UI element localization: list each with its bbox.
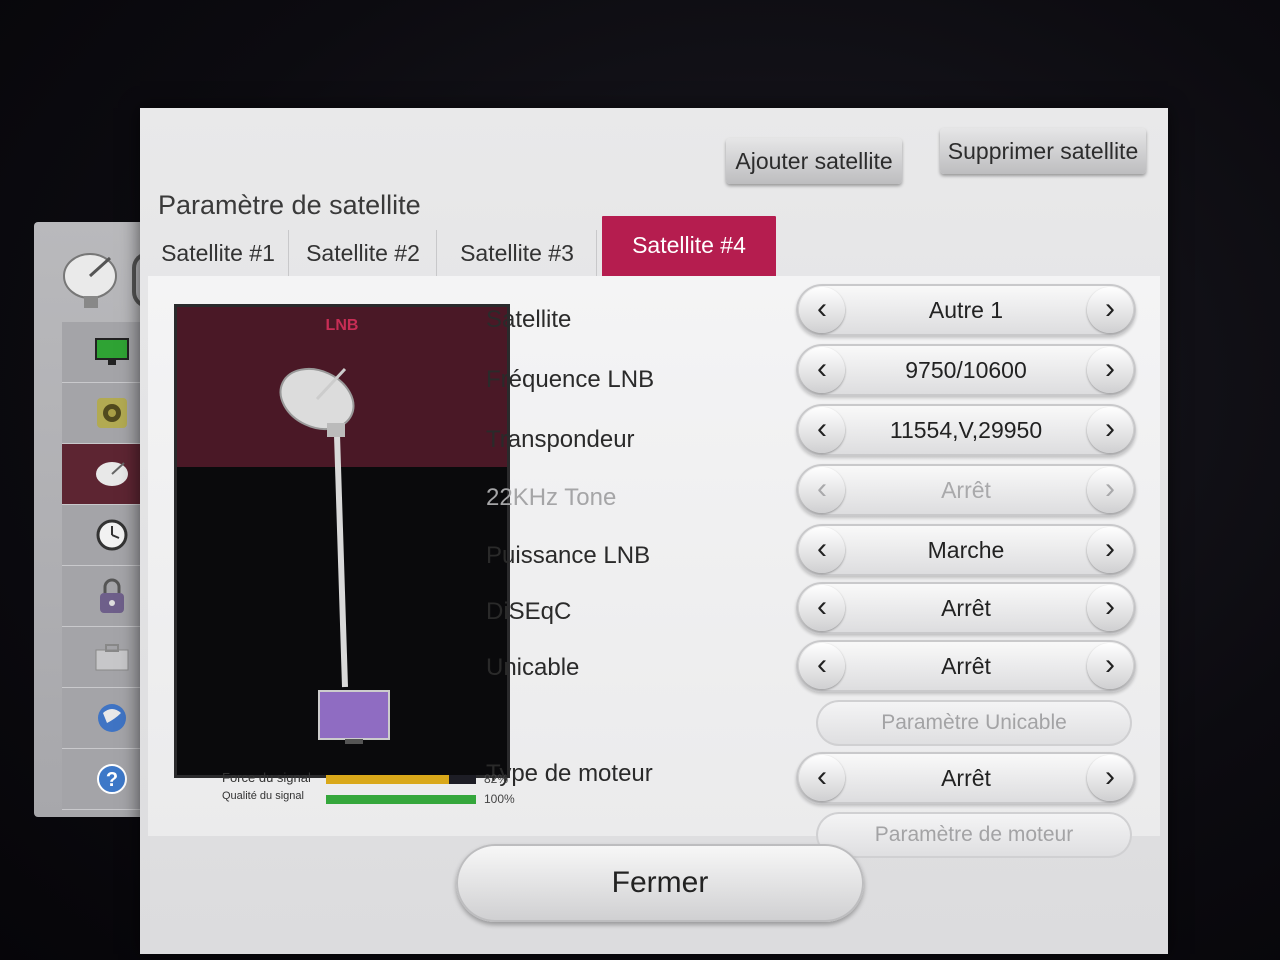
satellite-value: Autre 1 [928,297,1004,323]
delete-satellite-button[interactable]: Supprimer satellite [940,128,1146,174]
chevron-left-icon[interactable]: ‹ [799,585,845,631]
label-satellite: Satellite [486,306,572,333]
lnb-preview: LNB [174,304,510,778]
label-lnb-power: Puissance LNB [486,542,651,569]
motor-type-selector: ‹ Arrêt › [796,752,1136,804]
chevron-left-icon: ‹ [799,467,845,513]
signal-strength-percent: 82% [484,772,509,786]
motor-settings-button[interactable]: Paramètre de moteur [816,812,1132,858]
unicable-value: Arrêt [941,653,991,679]
unicable-settings-button[interactable]: Paramètre Unicable [816,700,1132,746]
signal-strength-row: Force du signal 82% [222,768,522,788]
chevron-right-icon[interactable]: › [1087,643,1133,689]
dish-pole [334,434,348,688]
satellite-tabs: Satellite #1 Satellite #2 Satellite #3 S… [148,214,1158,278]
chevron-left-icon[interactable]: ‹ [799,287,845,333]
signal-quality-label: Qualité du signal [222,790,304,802]
dish-illustration [279,367,390,744]
signal-quality-percent: 100% [484,792,515,806]
tab-satellite-4[interactable]: Satellite #4 [600,214,778,276]
clock-icon [96,519,128,551]
chevron-right-icon[interactable]: › [1087,755,1133,801]
label-22khz-tone: 22KHz Tone [486,484,617,511]
tab-content: LNB Satellite Fréquence LNB Transpondeur… [148,276,1160,858]
svg-text:?: ? [106,769,118,791]
chevron-left-icon[interactable]: ‹ [799,755,845,801]
satellite-selector: ‹ Autre 1 › [796,284,1136,336]
chevron-right-icon: › [1087,467,1133,513]
lnb-frequency-value: 9750/10600 [905,357,1027,383]
signal-quality-bar [326,795,476,804]
diseqc-value: Arrêt [941,595,991,621]
satellite-dish-icon [63,253,117,308]
diseqc-selector: ‹ Arrêt › [796,582,1136,634]
tone-22khz-selector: ‹ Arrêt › [796,464,1136,516]
transponder-value: 11554,V,29950 [889,417,1043,443]
motor-type-value: Arrêt [941,765,991,791]
label-unicable: Unicable [486,654,580,681]
lock-icon [100,578,124,613]
tab-satellite-1[interactable]: Satellite #1 [148,230,289,276]
tab-satellite-2[interactable]: Satellite #2 [290,230,437,276]
unicable-selector: ‹ Arrêt › [796,640,1136,692]
dish-icon [279,367,355,437]
transponder-selector: ‹ 11554,V,29950 › [796,404,1136,456]
tone-22khz-value: Arrêt [941,477,991,503]
lnb-power-value: Marche [927,537,1005,563]
chevron-left-icon[interactable]: ‹ [799,527,845,573]
toolbox-icon [95,644,129,671]
chevron-right-icon[interactable]: › [1087,527,1133,573]
label-lnb-frequency: Fréquence LNB [486,366,655,393]
speaker-icon [97,398,127,428]
close-button[interactable]: Fermer [456,844,864,922]
signal-strength-bar [326,775,476,784]
chevron-right-icon[interactable]: › [1087,287,1133,333]
add-satellite-button[interactable]: Ajouter satellite [726,138,902,184]
satellite-settings-dialog: Paramètre de satellite Ajouter satellite… [140,108,1168,954]
globe-icon [98,704,126,732]
signal-strength-label: Force du signal [222,770,311,785]
tab-satellite-3[interactable]: Satellite #3 [438,230,597,276]
chevron-left-icon[interactable]: ‹ [799,643,845,689]
signal-info: Force du signal 82% Qualité du signal 10… [222,768,522,808]
tv-icon [318,690,390,744]
label-diseqc: DiSEqC [486,598,572,625]
lnb-power-selector: ‹ Marche › [796,524,1136,576]
chevron-right-icon[interactable]: › [1087,407,1133,453]
help-icon: ? [97,764,127,794]
chevron-right-icon[interactable]: › [1087,585,1133,631]
signal-quality-row: Qualité du signal 100% [222,788,522,808]
lnb-frequency-selector: ‹ 9750/10600 › [796,344,1136,396]
monitor-icon [95,338,129,365]
label-transponder: Transpondeur [486,426,635,453]
chevron-left-icon[interactable]: ‹ [799,347,845,393]
chevron-right-icon[interactable]: › [1087,347,1133,393]
chevron-left-icon[interactable]: ‹ [799,407,845,453]
satellite-dish-icon [96,462,128,486]
